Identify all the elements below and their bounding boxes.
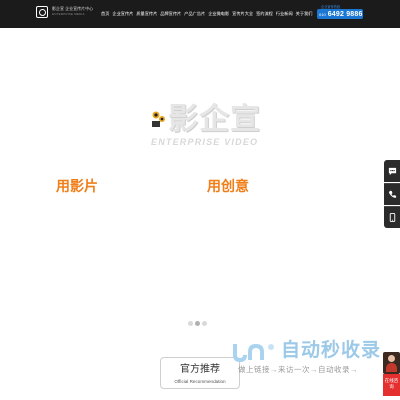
phone-icon [388, 190, 396, 198]
hotline-area-code: 010 [319, 11, 326, 17]
carousel-dot-2[interactable] [195, 321, 200, 326]
nav-item-home[interactable]: 首页 [101, 11, 109, 17]
mobile-icon [389, 213, 395, 222]
logo-icon[interactable] [36, 6, 48, 18]
hotline-number: 6492 9886 [327, 10, 363, 18]
main-nav: 首页 企业宣传片 质量宣传片 品牌宣传片 产品广告片 企业微电影 宣传片大全 签… [101, 11, 312, 17]
recommendation-title: 官方推荐 [180, 364, 220, 375]
hero-slogan-left: 用影片 [56, 178, 98, 194]
nav-item-micro-film[interactable]: 企业微电影 [208, 11, 229, 17]
nav-item-video-collection[interactable]: 宣传片大全 [232, 11, 253, 17]
site-header: 影企宣 企业宣传片中心 ENTERPRISE MEDIA 首页 企业宣传片 质量… [0, 0, 400, 28]
brand-mark-icon [152, 111, 165, 127]
carousel-dot-3[interactable] [202, 321, 207, 326]
hero-brand-title: 影企宣 [168, 103, 261, 136]
side-mobile-button[interactable] [384, 206, 400, 228]
nav-item-corporate-video[interactable]: 企业宣传片 [112, 11, 133, 17]
consultant-avatar[interactable] [383, 352, 400, 374]
hotline-badge[interactable]: 010 6492 9886 [317, 9, 363, 19]
carousel-dot-1[interactable] [188, 321, 193, 326]
logo-text[interactable]: 影企宣 企业宣传片中心 [52, 6, 93, 11]
online-consult-button[interactable]: 在线咨询 [383, 374, 400, 396]
hero-slogan-right: 用创意 [207, 178, 249, 194]
side-phone-button[interactable] [384, 183, 400, 205]
nav-item-quality-video[interactable]: 质量宣传片 [136, 11, 157, 17]
nav-item-brand-video[interactable]: 品牌宣传片 [160, 11, 181, 17]
hero-brand-subtitle: ENTERPRISE VIDEO [151, 137, 259, 147]
official-recommendation-card[interactable]: 官方推荐 Official Recommendation [160, 357, 240, 389]
nav-item-industry-news[interactable]: 行业新闻 [276, 11, 293, 17]
watermark-subtitle: 做上链接→来访一次→自动收录→ [238, 365, 358, 374]
nav-item-about-us[interactable]: 关于我们 [296, 11, 313, 17]
nav-item-product-ad[interactable]: 产品广告片 [184, 11, 205, 17]
recommendation-subtitle: Official Recommendation [174, 379, 226, 384]
logo-subtitle: ENTERPRISE MEDIA [52, 12, 85, 16]
carousel-pagination [188, 321, 207, 326]
side-chat-button[interactable] [384, 160, 400, 182]
watermark-logo-icon [233, 343, 274, 363]
chat-icon [388, 167, 396, 175]
nav-item-contract-process[interactable]: 签约流程 [256, 11, 273, 17]
watermark-title: 自动秒收录 [281, 340, 382, 361]
